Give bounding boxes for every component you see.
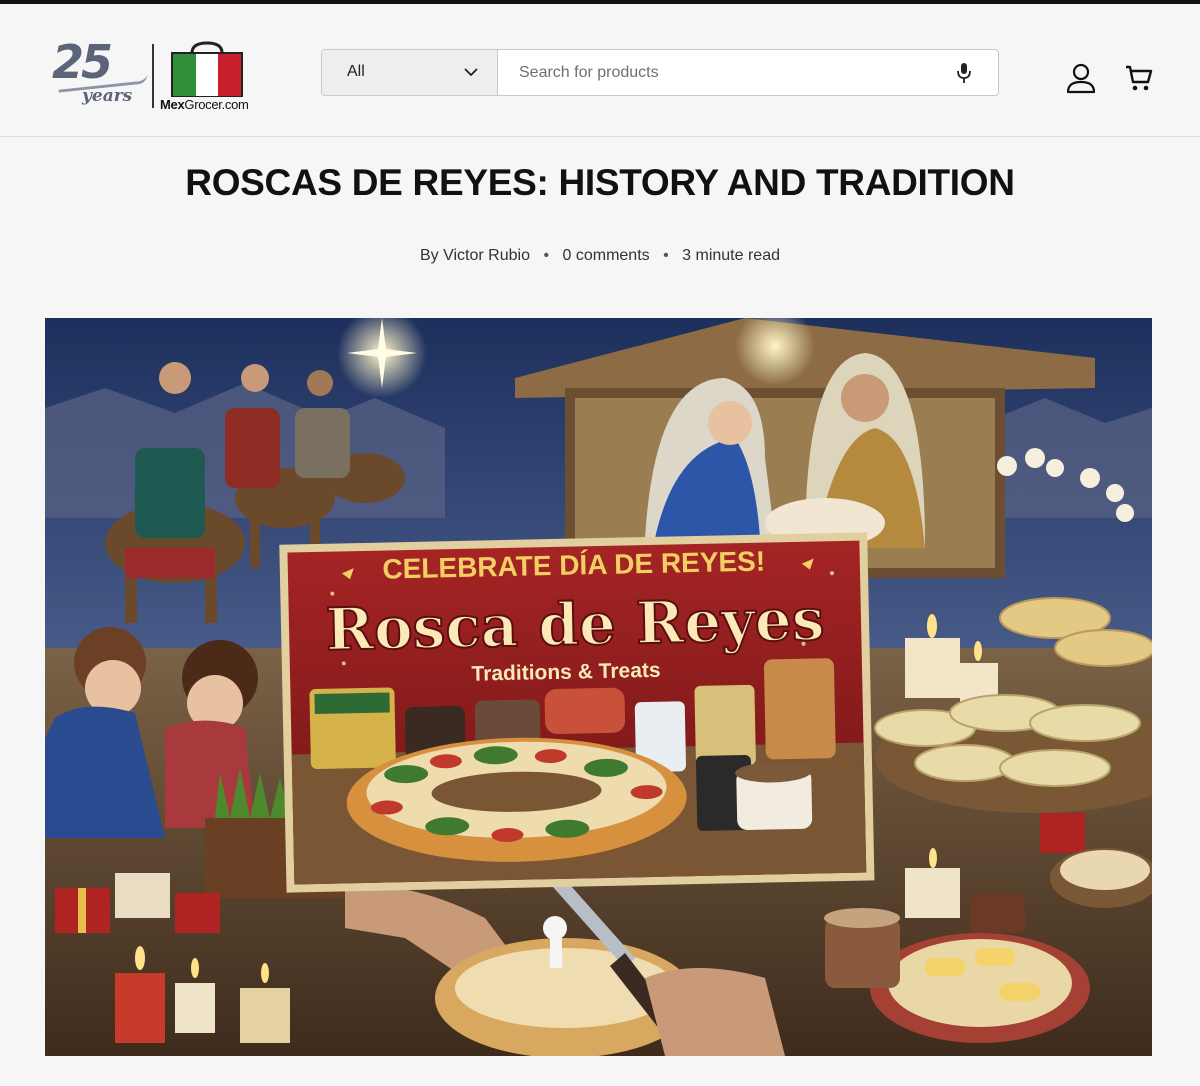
site-header: 25 years MexGrocer.com All (0, 8, 1200, 137)
article-title: ROSCAS DE REYES: HISTORY AND TRADITION (185, 162, 1015, 203)
shopping-bag-logo-icon (171, 41, 243, 97)
category-select[interactable]: All (322, 50, 498, 95)
anniversary-word: years (82, 86, 133, 106)
hero-subtitle: Traditions & Treats (471, 659, 661, 686)
brand-name-rest: Grocer.com (184, 97, 249, 112)
page: 25 years MexGrocer.com All Search for pr… (0, 0, 1200, 1086)
chevron-down-icon (464, 68, 478, 77)
cart-icon[interactable] (1124, 63, 1154, 93)
brand-name: MexGrocer.com (160, 97, 249, 112)
hero-image: CELEBRATE DÍA DE REYES! Rosca de Reyes T… (45, 318, 1152, 1056)
comments-link[interactable]: 0 comments (563, 247, 650, 264)
microphone-icon[interactable] (953, 61, 975, 85)
search-input[interactable] (499, 50, 939, 95)
hero-illustration: CELEBRATE DÍA DE REYES! Rosca de Reyes T… (45, 318, 1152, 1056)
search-bar: All (321, 49, 999, 96)
hero-title: Rosca de Reyes (325, 585, 825, 663)
site-logo[interactable]: 25 years MexGrocer.com (52, 38, 262, 118)
meta-separator: • (543, 247, 550, 264)
account-icon[interactable] (1064, 61, 1098, 95)
brand-name-bold: Mex (160, 97, 185, 112)
meta-separator: • (663, 247, 669, 264)
read-time: 3 minute read (682, 247, 780, 264)
article-meta: By Victor Rubio • 0 comments • 3 minute … (0, 247, 1200, 265)
logo-divider (152, 44, 154, 108)
category-select-label: All (347, 63, 365, 80)
author-link[interactable]: By Victor Rubio (420, 247, 530, 264)
